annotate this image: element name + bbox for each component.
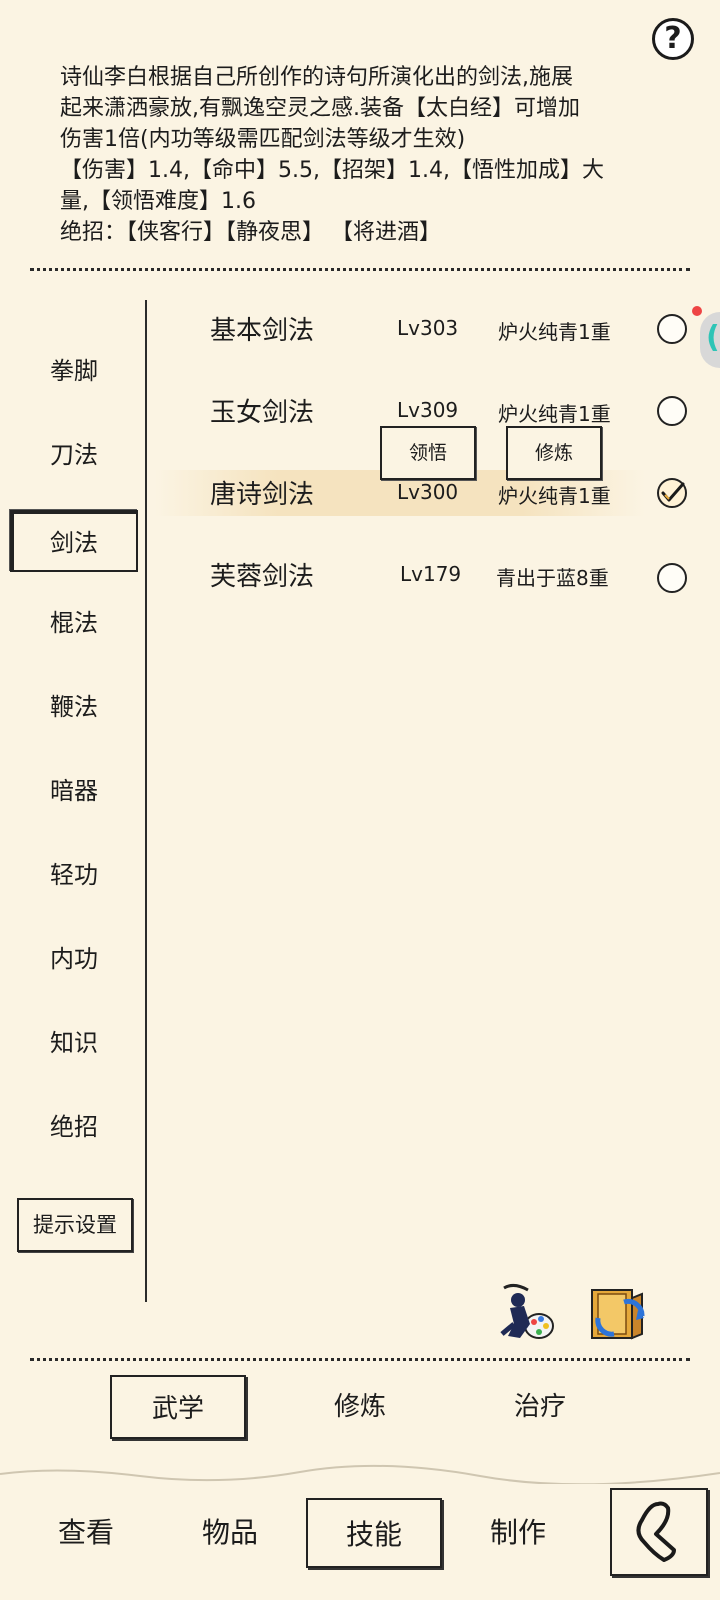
category-ultimate[interactable]: 绝招 [10, 1096, 138, 1158]
skill-realm: 炉火纯青1重 [498, 402, 611, 426]
category-lightness[interactable]: 轻功 [10, 844, 138, 906]
sub-tab-heal[interactable]: 治疗 [472, 1375, 608, 1439]
ninja-painter-icon[interactable] [494, 1278, 560, 1344]
practice-button[interactable]: 修炼 [506, 426, 602, 480]
bracket-icon: ( [706, 320, 720, 355]
panel-divider [145, 300, 147, 1302]
tip-settings-button[interactable]: 提示设置 [17, 1198, 133, 1252]
skill-realm: 青出于蓝8重 [496, 566, 609, 590]
category-sword[interactable]: 剑法 [10, 510, 138, 572]
category-inner-force[interactable]: 内功 [10, 928, 138, 990]
nav-tab-view[interactable]: 查看 [18, 1498, 154, 1568]
category-knowledge[interactable]: 知识 [10, 1012, 138, 1074]
sub-tab-martial[interactable]: 武学 [110, 1375, 246, 1439]
category-whip[interactable]: 鞭法 [10, 676, 138, 738]
skill-name: 基本剑法 [210, 316, 315, 346]
sub-tab-practice[interactable]: 修炼 [292, 1375, 428, 1439]
skill-description: 诗仙李白根据自己所创作的诗句所演化出的剑法,施展 起来潇洒豪放,有飘逸空灵之感.… [60, 62, 660, 248]
notification-dot [692, 306, 702, 316]
nav-tab-craft[interactable]: 制作 [450, 1498, 586, 1568]
description-line: 量,【领悟难度】1.6 [60, 189, 256, 214]
skill-level: Lv300 [397, 480, 459, 504]
top-divider [30, 268, 690, 271]
question-mark-icon: ? [664, 21, 682, 56]
skill-name: 芙蓉剑法 [210, 562, 315, 592]
check-icon [661, 482, 685, 502]
equip-radio-checked[interactable] [657, 478, 687, 508]
skill-name: 唐诗剑法 [210, 480, 315, 510]
floating-side-tab[interactable]: ( [700, 312, 720, 368]
skill-name: 玉女剑法 [210, 398, 315, 428]
description-line: 起来潇洒豪放,有飘逸空灵之感.装备【太白经】可增加 [60, 96, 580, 121]
equip-radio[interactable] [657, 314, 687, 344]
description-line: 【伤害】1.4,【命中】5.5,【招架】1.4,【悟性加成】大 [60, 158, 604, 183]
skill-realm: 炉火纯青1重 [498, 484, 611, 508]
book-exchange-icon[interactable] [584, 1280, 650, 1346]
help-button[interactable]: ? [652, 18, 694, 60]
category-fist[interactable]: 拳脚 [10, 340, 138, 402]
bottom-divider [30, 1358, 690, 1361]
skill-level: Lv309 [397, 398, 459, 422]
skill-level: Lv303 [397, 316, 459, 340]
equip-radio[interactable] [657, 563, 687, 593]
description-line: 绝招：【侠客行】【静夜思】 【将进酒】 [60, 220, 441, 245]
category-staff[interactable]: 棍法 [10, 592, 138, 654]
category-blade[interactable]: 刀法 [10, 424, 138, 486]
skill-level: Lv179 [400, 562, 462, 586]
brush-stroke-divider [0, 1464, 720, 1484]
nav-tab-skills[interactable]: 技能 [306, 1498, 442, 1568]
category-hidden-weapon[interactable]: 暗器 [10, 760, 138, 822]
description-line: 诗仙李白根据自己所创作的诗句所演化出的剑法,施展 [60, 65, 573, 90]
skill-realm: 炉火纯青1重 [498, 320, 611, 344]
back-arrow-icon [636, 1501, 676, 1562]
comprehend-button[interactable]: 领悟 [380, 426, 476, 480]
equip-radio[interactable] [657, 396, 687, 426]
description-line: 伤害1倍(内功等级需匹配剑法等级才生效) [60, 127, 466, 152]
nav-tab-items[interactable]: 物品 [162, 1498, 298, 1568]
back-button[interactable] [610, 1488, 708, 1576]
